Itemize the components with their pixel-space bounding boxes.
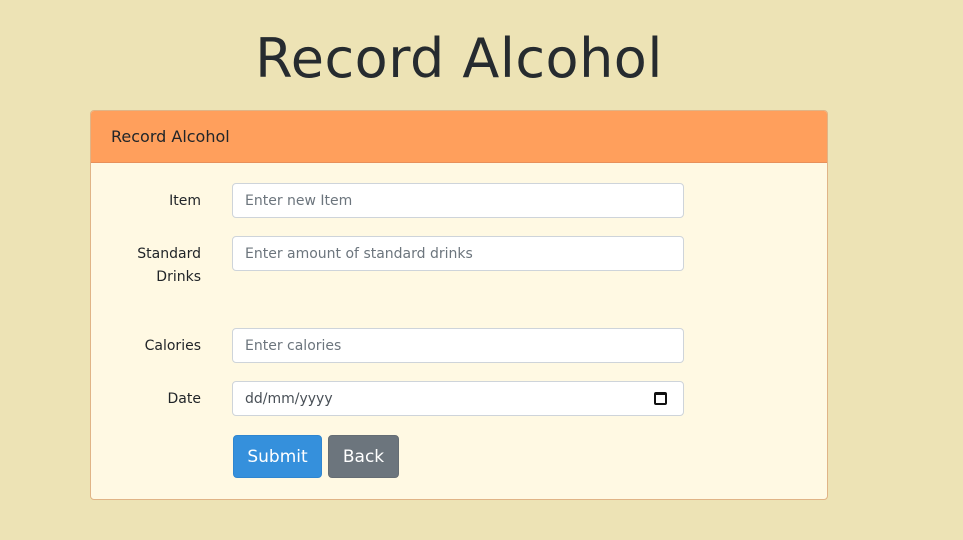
page-title: Record Alcohol — [255, 27, 663, 90]
back-button[interactable]: Back — [328, 435, 399, 478]
calories-input[interactable]: Enter calories — [232, 328, 684, 363]
calendar-icon[interactable] — [654, 392, 667, 405]
item-label: Item — [169, 193, 201, 209]
calories-placeholder: Enter calories — [245, 338, 342, 354]
date-label: Date — [167, 391, 201, 407]
standard-drinks-label-line1: Standard — [137, 246, 201, 262]
standard-drinks-placeholder: Enter amount of standard drinks — [245, 246, 473, 262]
standard-drinks-label: Standard Drinks — [137, 243, 201, 289]
standard-drinks-label-line2: Drinks — [156, 269, 201, 285]
submit-button[interactable]: Submit — [233, 435, 322, 478]
card-header: Record Alcohol — [91, 111, 827, 163]
item-input[interactable]: Enter new Item — [232, 183, 684, 218]
record-alcohol-card: Record Alcohol Item Enter new Item Stand… — [90, 110, 828, 500]
standard-drinks-input[interactable]: Enter amount of standard drinks — [232, 236, 684, 271]
date-value: dd/mm/yyyy — [245, 391, 333, 407]
calories-label: Calories — [144, 338, 201, 354]
date-input[interactable]: dd/mm/yyyy — [232, 381, 684, 416]
item-placeholder: Enter new Item — [245, 193, 353, 209]
